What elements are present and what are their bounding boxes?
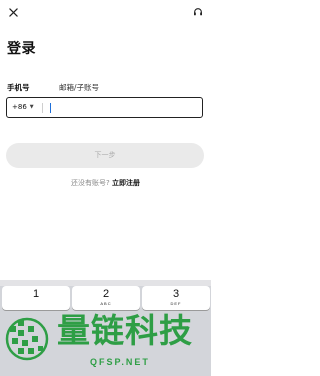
close-button[interactable] <box>6 5 20 19</box>
next-button[interactable]: 下一步 <box>6 143 204 168</box>
page-title: 登录 <box>7 41 36 57</box>
key-digit: 1 <box>32 288 40 300</box>
key-digit: 2 <box>102 288 110 300</box>
support-button[interactable] <box>191 5 205 19</box>
key-letters: ABC <box>100 301 112 306</box>
watermark-url: QFSP.NET <box>90 357 150 367</box>
watermark-text: 量链科技 <box>57 311 193 350</box>
key-digit: 3 <box>172 288 180 300</box>
tab-email[interactable]: 邮箱/子账号 <box>59 82 99 93</box>
caret-down-icon: ▼ <box>29 104 34 110</box>
divider <box>42 103 43 113</box>
key-1[interactable]: 1 <box>2 286 70 310</box>
tab-phone[interactable]: 手机号 <box>7 82 30 93</box>
country-code-value: +86 <box>12 103 27 111</box>
no-account-text: 还没有账号? <box>71 179 110 187</box>
top-bar <box>0 0 211 26</box>
watermark-logo-icon <box>5 317 49 361</box>
key-3[interactable]: 3 DEF <box>142 286 210 310</box>
close-icon <box>8 7 18 17</box>
phone-field: +86 ▼ <box>6 97 203 118</box>
phone-input[interactable] <box>47 100 197 115</box>
headset-icon <box>194 8 202 16</box>
key-2[interactable]: 2 ABC <box>72 286 140 310</box>
register-link[interactable]: 立即注册 <box>112 179 140 187</box>
text-cursor <box>50 103 51 113</box>
country-code-select[interactable]: +86 ▼ <box>12 103 34 111</box>
key-letters: DEF <box>170 301 182 306</box>
register-row: 还没有账号? 立即注册 <box>0 178 211 188</box>
